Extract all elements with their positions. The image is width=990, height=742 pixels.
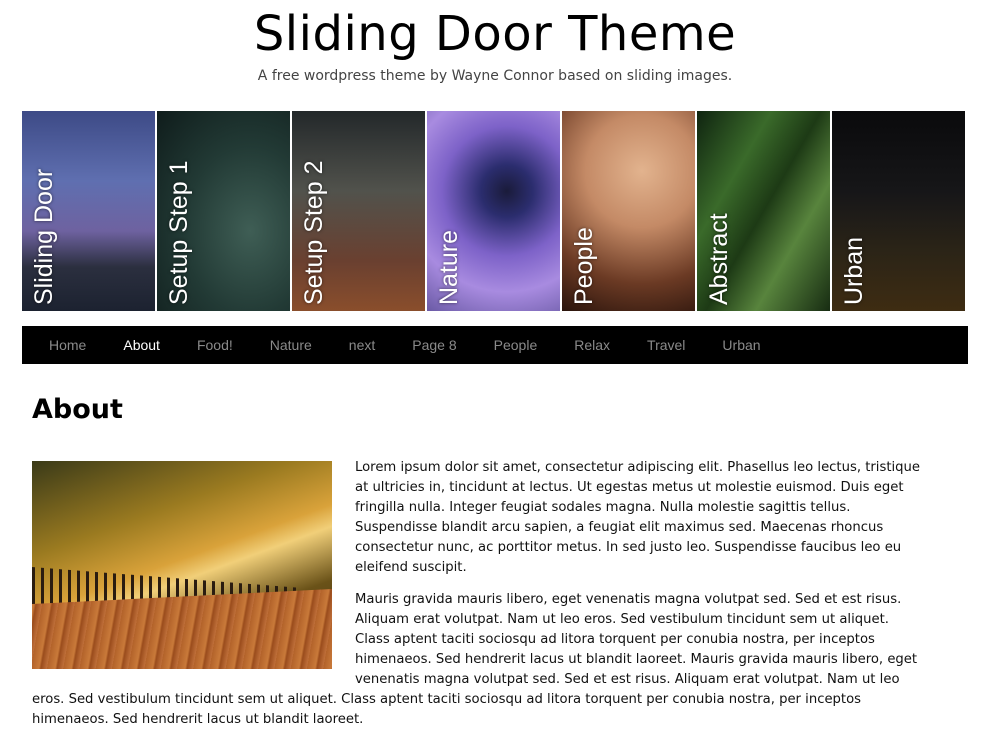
slider-panel-setup-step-1[interactable]: Setup Step 1 (157, 111, 290, 311)
nav-item-urban[interactable]: Urban (722, 337, 760, 353)
slider-panel-urban[interactable]: Urban (832, 111, 965, 311)
slider-panel-abstract[interactable]: Abstract (697, 111, 830, 311)
nav-item-people[interactable]: People (494, 337, 538, 353)
slider-panel-nature[interactable]: Nature (427, 111, 560, 311)
panel-label: Nature (435, 229, 463, 305)
slider-panel-setup-step-2[interactable]: Setup Step 2 (292, 111, 425, 311)
page-content: Lorem ipsum dolor sit amet, consectetur … (32, 458, 927, 742)
slider-panel-sliding-door[interactable]: Sliding Door (22, 111, 155, 311)
nav-item-travel[interactable]: Travel (647, 337, 685, 353)
panel-label: Setup Step 1 (165, 160, 193, 305)
page-title: About (32, 394, 123, 425)
nav-item-relax[interactable]: Relax (574, 337, 610, 353)
panel-label: People (570, 227, 598, 305)
image-slider: Sliding Door Setup Step 1 Setup Step 2 N… (22, 111, 966, 311)
site-title[interactable]: Sliding Door Theme (0, 6, 990, 62)
nav-item-next[interactable]: next (349, 337, 375, 353)
nav-item-home[interactable]: Home (49, 337, 86, 353)
nav-item-food[interactable]: Food! (197, 337, 233, 353)
nav-item-nature[interactable]: Nature (270, 337, 312, 353)
nav-list: Home About Food! Nature next Page 8 Peop… (22, 326, 968, 364)
nav-item-page-8[interactable]: Page 8 (412, 337, 456, 353)
bridge-photo (32, 461, 332, 669)
site-description: A free wordpress theme by Wayne Connor b… (257, 68, 733, 84)
nav-item-about[interactable]: About (123, 337, 160, 353)
panel-label: Abstract (705, 213, 733, 305)
panel-label: Setup Step 2 (300, 160, 328, 305)
main-navigation: Home About Food! Nature next Page 8 Peop… (22, 326, 968, 364)
slider-panel-people[interactable]: People (562, 111, 695, 311)
panel-label: Sliding Door (30, 168, 58, 305)
panel-label: Urban (840, 236, 868, 305)
